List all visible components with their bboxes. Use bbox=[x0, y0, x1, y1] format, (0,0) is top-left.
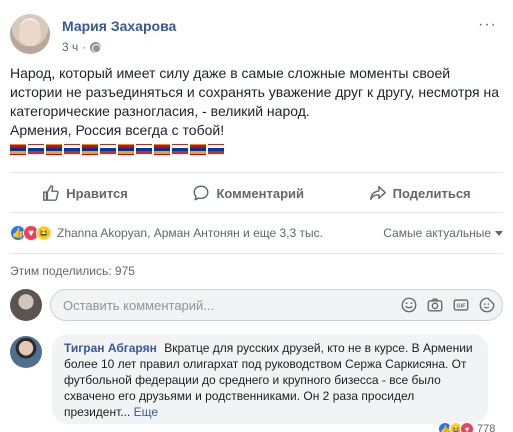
russia-flag-icon bbox=[136, 144, 152, 155]
armenia-flag-icon bbox=[154, 144, 170, 155]
russia-flag-icon bbox=[208, 144, 224, 155]
post-paragraph: Народ, который имеет силу даже в самые с… bbox=[10, 65, 499, 119]
comment-sort-dropdown[interactable]: Самые актуальные bbox=[383, 226, 503, 240]
author-name[interactable]: Мария Захарова bbox=[62, 18, 176, 34]
sticker-icon[interactable] bbox=[478, 296, 496, 314]
chevron-down-icon bbox=[495, 230, 503, 236]
sort-label: Самые актуальные bbox=[383, 226, 491, 240]
post-time[interactable]: 3 ч bbox=[62, 40, 78, 54]
comment-bubble: Тигран Абгарян Вкратце для русских друзе… bbox=[52, 334, 488, 424]
comment-reactions[interactable]: 👍 😆 ♥ 778 bbox=[438, 422, 495, 432]
share-label: Поделиться bbox=[392, 185, 471, 201]
like-label: Нравится bbox=[66, 185, 128, 201]
share-icon bbox=[369, 185, 386, 201]
post-paragraph: Армения, Россия всегда с тобой! bbox=[10, 122, 225, 138]
like-button[interactable]: Нравится bbox=[42, 184, 128, 202]
share-button[interactable]: Поделиться bbox=[369, 184, 471, 202]
russia-flag-icon bbox=[64, 144, 80, 155]
armenia-flag-icon bbox=[46, 144, 62, 155]
comment-button[interactable]: Комментарий bbox=[192, 184, 304, 202]
comment-input-tools: GIF bbox=[400, 296, 496, 314]
divider bbox=[10, 172, 503, 173]
armenia-flag-icon bbox=[10, 144, 26, 155]
comment-reaction-count: 778 bbox=[477, 423, 496, 432]
flag-emoji-row bbox=[10, 144, 224, 158]
russia-flag-icon bbox=[28, 144, 44, 155]
commenter-avatar[interactable] bbox=[10, 336, 42, 368]
comment-item: Тигран Абгарян Вкратце для русских друзе… bbox=[10, 334, 503, 432]
reactions-row: 👍 ♥ 😆 Zhanna Akopyan, Арман Антонян и ещ… bbox=[10, 222, 503, 244]
russia-flag-icon bbox=[100, 144, 116, 155]
love-reaction-icon: ♥ bbox=[460, 422, 474, 432]
commenter-name[interactable]: Тигран Абгарян bbox=[64, 341, 157, 355]
gif-icon[interactable]: GIF bbox=[452, 296, 470, 314]
post-text: Народ, который имеет силу даже в самые с… bbox=[10, 64, 505, 140]
emoji-icon[interactable] bbox=[400, 296, 418, 314]
comment-composer: GIF bbox=[10, 288, 503, 322]
svg-text:GIF: GIF bbox=[457, 304, 467, 310]
more-options-button[interactable]: ··· bbox=[478, 16, 497, 34]
comment-input[interactable] bbox=[63, 297, 400, 313]
see-more-link[interactable]: Еще bbox=[134, 405, 158, 419]
divider bbox=[10, 212, 503, 213]
camera-icon[interactable] bbox=[426, 296, 444, 314]
current-user-avatar[interactable] bbox=[10, 289, 42, 321]
armenia-flag-icon bbox=[118, 144, 134, 155]
haha-reaction-icon[interactable]: 😆 bbox=[36, 225, 52, 241]
globe-icon bbox=[90, 41, 102, 53]
russia-flag-icon bbox=[172, 144, 188, 155]
comment-label: Комментарий bbox=[216, 185, 305, 201]
post-meta: 3 ч · bbox=[62, 40, 102, 54]
reactors-list[interactable]: Zhanna Akopyan, Арман Антонян и еще 3,3 … bbox=[57, 226, 323, 240]
armenia-flag-icon bbox=[82, 144, 98, 155]
thumbs-up-icon bbox=[43, 185, 60, 201]
author-avatar[interactable] bbox=[10, 14, 50, 54]
comment-input-wrapper: GIF bbox=[50, 289, 503, 321]
post-header: Мария Захарова 3 ч · ··· bbox=[10, 14, 503, 62]
armenia-flag-icon bbox=[190, 144, 206, 155]
shares-count[interactable]: Этим поделились: 975 bbox=[10, 264, 135, 278]
comment-icon bbox=[193, 185, 209, 201]
divider bbox=[10, 253, 503, 254]
post-actions: Нравится Комментарий Поделиться bbox=[10, 176, 503, 210]
